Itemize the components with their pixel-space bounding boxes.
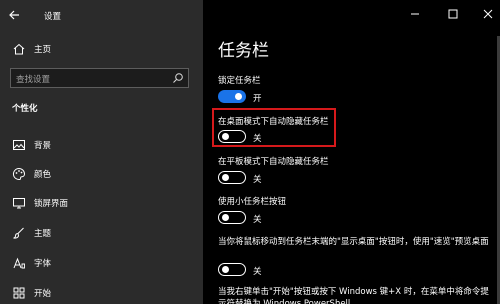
close-icon bbox=[483, 9, 493, 19]
toggle-knob bbox=[222, 214, 229, 221]
highlight-box bbox=[212, 108, 336, 147]
monitor-icon bbox=[13, 198, 25, 209]
sidebar-item-label: 背景 bbox=[34, 141, 52, 151]
sidebar-item-colors[interactable]: 颜色 bbox=[0, 163, 203, 185]
toggle-lock-taskbar[interactable] bbox=[218, 90, 246, 103]
setting-label-lock-taskbar: 锁定任务栏 bbox=[218, 76, 261, 86]
sidebar-item-label: 开始 bbox=[34, 289, 52, 299]
sidebar-item-label: 颜色 bbox=[34, 170, 52, 180]
toggle-peek[interactable] bbox=[218, 263, 246, 276]
maximize-icon bbox=[448, 9, 458, 19]
sidebar-item-label: 主页 bbox=[34, 45, 52, 55]
minimize-icon bbox=[411, 13, 419, 15]
sidebar-item-start[interactable]: 开始 bbox=[0, 282, 203, 304]
start-grid-icon bbox=[13, 287, 25, 299]
back-button[interactable] bbox=[6, 7, 26, 23]
toggle-knob bbox=[222, 174, 229, 181]
toggle-state-peek: 关 bbox=[253, 267, 262, 277]
setting-label-powershell: 当我右键单击"开始"按钮或按下 Windows 键+X 时，在菜单中将命令提示符… bbox=[218, 287, 489, 304]
sidebar-item-label: 字体 bbox=[34, 259, 52, 269]
sidebar: 设置 主页 查找设置 个性化 背景 颜色 锁屏界面 主题 字体 开始 bbox=[0, 0, 203, 304]
sidebar-item-fonts[interactable]: 字体 bbox=[0, 252, 203, 274]
titlebar-left: 设置 bbox=[0, 0, 203, 30]
sidebar-item-background[interactable]: 背景 bbox=[0, 134, 203, 156]
page-title: 任务栏 bbox=[218, 41, 269, 61]
image-icon bbox=[13, 140, 25, 150]
sidebar-item-themes[interactable]: 主题 bbox=[0, 222, 203, 244]
brush-icon bbox=[13, 227, 24, 239]
app-title: 设置 bbox=[44, 12, 62, 22]
back-arrow-icon bbox=[9, 10, 19, 20]
toggle-state-lock-taskbar: 开 bbox=[253, 94, 262, 104]
search-input[interactable]: 查找设置 bbox=[10, 68, 189, 88]
maximize-button[interactable] bbox=[444, 6, 462, 22]
close-button[interactable] bbox=[479, 6, 497, 22]
sidebar-item-label: 锁屏界面 bbox=[34, 199, 69, 209]
search-placeholder: 查找设置 bbox=[16, 75, 51, 85]
setting-label-small-buttons: 使用小任务栏按钮 bbox=[218, 197, 287, 207]
search-icon bbox=[173, 73, 183, 83]
section-heading: 个性化 bbox=[12, 104, 38, 114]
sidebar-item-lockscreen[interactable]: 锁屏界面 bbox=[0, 192, 203, 214]
home-icon bbox=[13, 43, 25, 55]
toggle-knob bbox=[235, 93, 242, 100]
setting-label-peek: 当你将鼠标移动到任务栏末端的"显示桌面"按钮时，使用"速览"预览桌面 bbox=[218, 237, 489, 247]
toggle-autohide-tablet[interactable] bbox=[218, 171, 246, 184]
setting-label-autohide-tablet: 在平板模式下自动隐藏任务栏 bbox=[218, 157, 329, 167]
toggle-small-buttons[interactable] bbox=[218, 211, 246, 224]
minimize-button[interactable] bbox=[406, 6, 424, 22]
palette-icon bbox=[12, 167, 26, 180]
main-panel: 任务栏 锁定任务栏 开 在桌面模式下自动隐藏任务栏 关 在平板模式下自动隐藏任务… bbox=[203, 0, 500, 304]
sidebar-item-label: 主题 bbox=[34, 229, 52, 239]
toggle-knob bbox=[222, 266, 229, 273]
sidebar-item-home[interactable]: 主页 bbox=[0, 38, 203, 60]
font-icon bbox=[13, 257, 25, 269]
toggle-state-small-buttons: 关 bbox=[253, 215, 262, 225]
toggle-state-autohide-tablet: 关 bbox=[253, 175, 262, 185]
